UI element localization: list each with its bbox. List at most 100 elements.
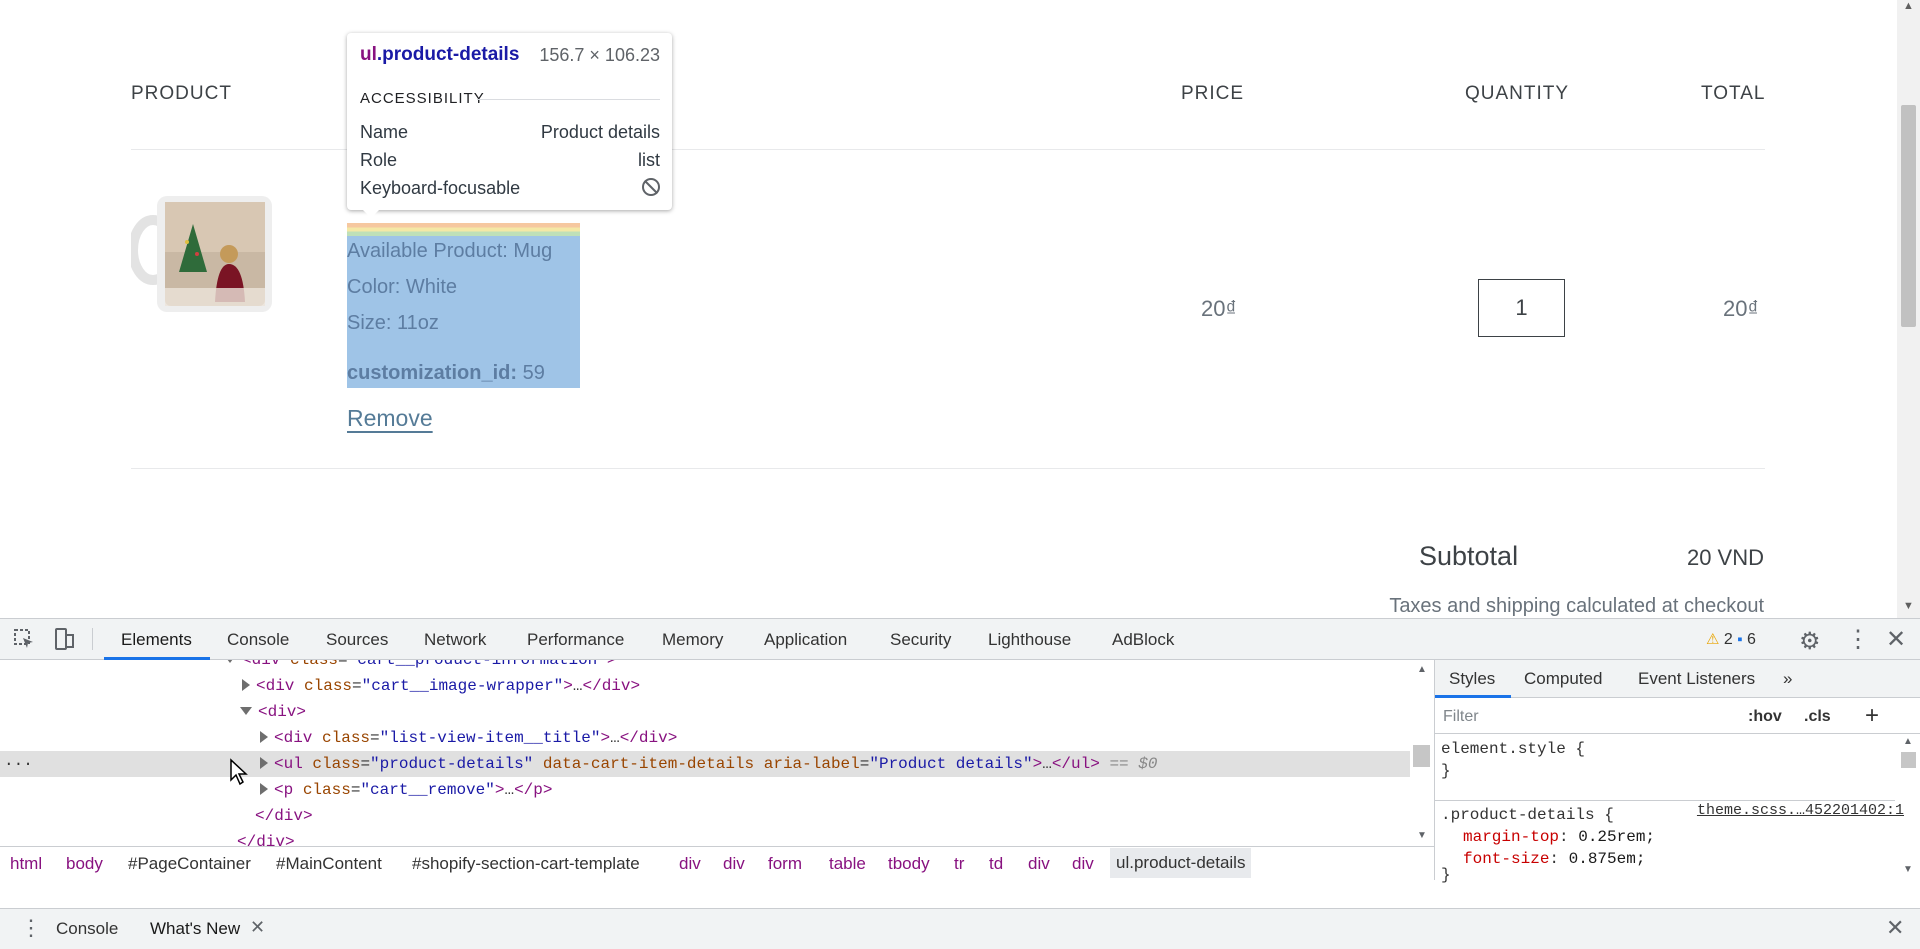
product-image-mug[interactable] [131,192,275,316]
hov-toggle[interactable]: :hov [1748,708,1782,726]
prop-margin-top[interactable]: margin-top: 0.25rem; [1463,828,1655,846]
dom-node-div-close[interactable]: </div> [255,803,1434,829]
tab-memory[interactable]: Memory [662,630,723,650]
subtotal-value: 20 VND [1686,545,1764,570]
crumb-maincontent[interactable]: #MainContent [276,854,382,874]
dom-node-cart-product-information[interactable]: <div class="cart__product-information"> [224,660,1434,673]
subtotal-label: Subtotal [1419,541,1519,571]
tab-styles[interactable]: Styles [1449,669,1495,689]
tab-performance[interactable]: Performance [527,630,624,650]
crumb-pagecontainer[interactable]: #PageContainer [128,854,251,874]
drawer-tab-console[interactable]: Console [56,919,118,939]
element-style-rule[interactable]: element.style { [1441,740,1585,758]
tooltip-row-role: Role list [360,150,660,170]
tooltip-row-focusable: Keyboard-focusable [360,178,660,199]
dom-node-div[interactable]: <div> [240,699,1434,725]
page-scrollbar[interactable]: ▲ ▼ [1897,0,1920,618]
crumb-html[interactable]: html [10,854,42,874]
crumb-tbody[interactable]: tbody [888,854,930,874]
drawer-menu-icon[interactable]: ⋮ [20,915,42,941]
tab-security[interactable]: Security [890,630,951,650]
header-total: TOTAL [1701,83,1766,104]
message-icon: ▪ [1737,631,1743,648]
styles-filter-bar: Filter :hov .cls + [1435,698,1920,734]
more-tabs-icon[interactable]: » [1783,669,1792,689]
detail-size: Size: 11oz [347,312,439,334]
dom-node-product-details-selected[interactable]: ··· <ul class="product-details" data-car… [0,751,1410,777]
drawer-tab-whats-new[interactable]: What's New [150,919,240,939]
inspector-tooltip: ul.product-details 156.7 × 106.23 ACCESS… [347,33,672,218]
dom-node-cart-image-wrapper[interactable]: <div class="cart__image-wrapper">…</div> [242,673,1434,699]
element-style-close: } [1441,762,1451,780]
close-devtools-icon[interactable]: ✕ [1886,625,1906,654]
styles-pane: Styles Computed Event Listeners » Filter… [1434,660,1920,884]
crumb-table[interactable]: table [829,854,866,874]
crumb-div-4[interactable]: div [1072,854,1094,874]
prop-font-size[interactable]: font-size: 0.875em; [1463,850,1645,868]
tab-lighthouse[interactable]: Lighthouse [988,630,1071,650]
customization-value: 59 [522,362,545,384]
product-details-selector[interactable]: .product-details { [1441,806,1614,824]
detail-available-product: Available Product: Mug [347,240,553,262]
quantity-input[interactable]: 1 [1478,279,1565,337]
tab-event-listeners[interactable]: Event Listeners [1638,669,1755,689]
node-actions-icon[interactable]: ··· [4,751,33,777]
crumb-div-3[interactable]: div [1028,854,1050,874]
dom-node-div-close-2[interactable]: </div> [237,829,1434,846]
devtools-tabbar: Elements Console Sources Network Perform… [0,618,1920,660]
scroll-down-icon[interactable]: ▼ [1897,600,1920,612]
styles-filter-input[interactable]: Filter [1443,708,1479,726]
tab-elements[interactable]: Elements [121,630,192,650]
rule-source-link[interactable]: theme.scss.…452201402:1 [1697,802,1904,819]
close-drawer-icon[interactable]: ✕ [1886,915,1904,941]
crumb-tr[interactable]: tr [954,854,964,874]
tooltip-accessibility-heading: ACCESSIBILITY [360,90,485,107]
header-price: PRICE [1181,83,1245,104]
settings-gear-icon[interactable]: ⚙ [1799,627,1821,656]
crumb-ul-product-details[interactable]: ul.product-details [1110,848,1252,878]
row-divider [131,468,1765,469]
crumb-shopify-section[interactable]: #shopify-section-cart-template [412,854,640,874]
tab-application[interactable]: Application [764,630,847,650]
dom-tree-scrollbar[interactable]: ▲ ▼ [1410,660,1434,846]
tooltip-row-name: Name Product details [360,122,660,142]
tab-adblock[interactable]: AdBlock [1112,630,1174,650]
more-options-icon[interactable]: ⋮ [1846,625,1870,654]
scroll-up-icon[interactable]: ▲ [1897,0,1920,12]
dom-scroll-up-icon[interactable]: ▲ [1410,664,1434,675]
new-rule-plus-icon[interactable]: + [1865,702,1879,730]
breadcrumb: html body #PageContainer #MainContent #s… [0,846,1434,880]
dom-scroll-down-icon[interactable]: ▼ [1410,830,1434,841]
customization-label: customization_id: [347,362,518,384]
cls-toggle[interactable]: .cls [1804,708,1831,726]
tooltip-dimensions: 156.7 × 106.23 [539,45,660,65]
crumb-div-2[interactable]: div [723,854,745,874]
crumb-div-1[interactable]: div [679,854,701,874]
crumb-form[interactable]: form [768,854,802,874]
device-toolbar-icon[interactable] [52,627,76,651]
styles-scrollbar-thumb[interactable] [1901,752,1916,768]
header-quantity: QUANTITY [1465,83,1570,104]
header-product: PRODUCT [131,83,232,104]
remove-link[interactable]: Remove [347,405,433,432]
tab-network[interactable]: Network [424,630,486,650]
styles-scroll-up-icon[interactable]: ▲ [1896,736,1920,747]
issues-counter[interactable]: ⚠ 2 ▪ 6 [1706,630,1756,649]
tooltip-selector: ul.product-details [360,44,520,65]
page-scrollbar-thumb[interactable] [1901,105,1916,327]
item-price: 20₫ [1201,296,1237,321]
dom-node-cart-remove[interactable]: <p class="cart__remove">…</p> [260,777,1434,803]
dom-scrollbar-thumb[interactable] [1413,745,1430,767]
styles-tabbar: Styles Computed Event Listeners » [1435,660,1920,698]
dom-tree[interactable]: <div class="cart__product-information"> … [0,660,1434,846]
tab-computed[interactable]: Computed [1524,669,1602,689]
crumb-td[interactable]: td [989,854,1003,874]
styles-scroll-down-icon[interactable]: ▼ [1896,864,1920,875]
tab-sources[interactable]: Sources [326,630,388,650]
styles-scrollbar[interactable]: ▲ ▼ [1896,734,1920,880]
close-whats-new-icon[interactable]: ✕ [250,917,265,938]
crumb-body[interactable]: body [66,854,103,874]
tab-console[interactable]: Console [227,630,289,650]
dom-node-list-view-item-title[interactable]: <div class="list-view-item__title">…</di… [260,725,1434,751]
inspect-element-icon[interactable] [12,627,36,651]
